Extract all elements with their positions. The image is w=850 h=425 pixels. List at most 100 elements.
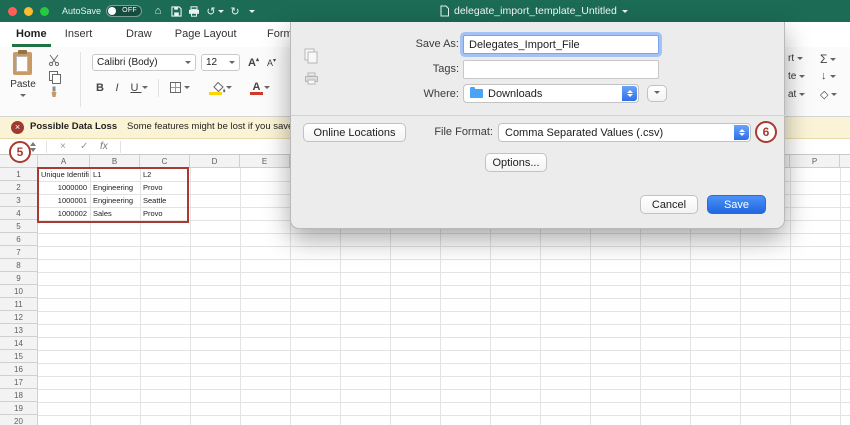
gridline-h bbox=[38, 350, 850, 351]
row-header-18[interactable]: 18 bbox=[0, 389, 38, 402]
row-header-13[interactable]: 13 bbox=[0, 324, 38, 337]
gridline-h bbox=[38, 259, 850, 260]
row-header-17[interactable]: 17 bbox=[0, 376, 38, 389]
warning-message: Some features might be lost if you save … bbox=[127, 121, 306, 132]
format-cells-button-partial[interactable]: at bbox=[788, 89, 805, 100]
tab-home[interactable]: Home bbox=[12, 22, 51, 47]
online-locations-button[interactable]: Online Locations bbox=[303, 123, 406, 142]
options-button[interactable]: Options... bbox=[485, 153, 547, 172]
close-window-button[interactable] bbox=[8, 7, 17, 16]
fill-down-icon: ↓ bbox=[821, 70, 827, 82]
sigma-icon: Σ bbox=[820, 52, 827, 66]
row-header-8[interactable]: 8 bbox=[0, 259, 38, 272]
row-header-12[interactable]: 12 bbox=[0, 311, 38, 324]
row-header-3[interactable]: 3 bbox=[0, 194, 38, 207]
gridline-h bbox=[38, 389, 850, 390]
row-header-10[interactable]: 10 bbox=[0, 285, 38, 298]
row-header-4[interactable]: 4 bbox=[0, 207, 38, 220]
toolbar-options-chevron-icon[interactable] bbox=[246, 0, 258, 22]
row-header-6[interactable]: 6 bbox=[0, 233, 38, 246]
row-header-14[interactable]: 14 bbox=[0, 337, 38, 350]
ribbon-divider bbox=[80, 52, 81, 107]
save-as-input[interactable] bbox=[463, 35, 659, 54]
redo-icon[interactable]: ↻ bbox=[228, 0, 242, 22]
delete-cells-button-partial[interactable]: te bbox=[788, 71, 805, 82]
autosum-button[interactable]: Σ bbox=[820, 52, 836, 66]
save-dialog: Save As: Tags: Where: Downloads Online L… bbox=[290, 22, 785, 229]
fill-down-button[interactable]: ↓ bbox=[821, 70, 836, 82]
row-header-1[interactable]: 1 bbox=[0, 168, 38, 181]
underline-button[interactable]: U bbox=[126, 79, 152, 96]
gridline-h bbox=[38, 233, 850, 234]
borders-button[interactable] bbox=[166, 79, 194, 96]
file-format-select[interactable]: Comma Separated Values (.csv) bbox=[498, 123, 751, 142]
fx-icon[interactable]: fx bbox=[100, 139, 108, 155]
row-header-2[interactable]: 2 bbox=[0, 181, 38, 194]
row-header-16[interactable]: 16 bbox=[0, 363, 38, 376]
gridline-h bbox=[38, 324, 850, 325]
fill-color-bar bbox=[209, 92, 222, 95]
decrease-font-button[interactable]: A▾ bbox=[263, 54, 280, 71]
clipboard-icon bbox=[13, 52, 32, 75]
copy-button[interactable] bbox=[46, 69, 62, 83]
column-header-P[interactable]: P bbox=[790, 155, 840, 168]
row-header-19[interactable]: 19 bbox=[0, 402, 38, 415]
gridline-h bbox=[38, 337, 850, 338]
undo-caret-icon[interactable] bbox=[217, 0, 225, 22]
gridline-h bbox=[38, 415, 850, 416]
step-badge-6: 6 bbox=[755, 121, 777, 143]
autosave-toggle[interactable]: OFF bbox=[106, 5, 142, 17]
tab-page-layout[interactable]: Page Layout bbox=[171, 22, 241, 47]
column-header-Q[interactable]: Q bbox=[840, 155, 850, 168]
tags-label: Tags: bbox=[359, 63, 459, 75]
fill-color-button[interactable] bbox=[206, 77, 238, 97]
cut-button[interactable] bbox=[46, 53, 62, 67]
increase-font-button[interactable]: A▴ bbox=[245, 54, 262, 71]
document-icon bbox=[440, 5, 449, 17]
save-button[interactable]: Save bbox=[707, 195, 766, 214]
clear-button[interactable]: ◇ bbox=[820, 88, 837, 101]
font-size-select[interactable]: 12 bbox=[201, 54, 240, 71]
print-icon[interactable] bbox=[186, 0, 202, 22]
column-header-E[interactable]: E bbox=[240, 155, 290, 168]
italic-button[interactable]: I bbox=[110, 79, 124, 96]
folder-icon bbox=[470, 89, 483, 98]
borders-icon bbox=[170, 82, 181, 93]
row-header-9[interactable]: 9 bbox=[0, 272, 38, 285]
where-stepper bbox=[622, 86, 637, 101]
row-header-20[interactable]: 20 bbox=[0, 415, 38, 425]
row-header-15[interactable]: 15 bbox=[0, 350, 38, 363]
step-badge-5: 5 bbox=[9, 141, 31, 163]
insert-cells-button-partial[interactable]: rt bbox=[788, 53, 803, 64]
save-icon[interactable] bbox=[168, 0, 184, 22]
file-format-value: Comma Separated Values (.csv) bbox=[505, 127, 663, 139]
confirm-entry-icon[interactable]: ✓ bbox=[80, 139, 88, 155]
gridline-h bbox=[38, 285, 850, 286]
paste-label: Paste bbox=[4, 79, 42, 90]
home-icon[interactable]: ⌂ bbox=[150, 0, 166, 22]
tab-draw[interactable]: Draw bbox=[122, 22, 156, 47]
where-select[interactable]: Downloads bbox=[463, 84, 639, 103]
warning-title: Possible Data Loss bbox=[30, 121, 117, 132]
cancel-button[interactable]: Cancel bbox=[640, 195, 698, 214]
minimize-window-button[interactable] bbox=[24, 7, 33, 16]
format-painter-button[interactable] bbox=[46, 85, 62, 99]
autosave-label: AutoSave bbox=[62, 0, 101, 22]
font-name-select[interactable]: Calibri (Body) bbox=[92, 54, 196, 71]
font-color-bar bbox=[250, 92, 263, 95]
font-color-button[interactable]: A bbox=[246, 77, 276, 97]
row-header-11[interactable]: 11 bbox=[0, 298, 38, 311]
cancel-entry-icon[interactable]: × bbox=[60, 139, 66, 155]
tab-insert[interactable]: Insert bbox=[61, 22, 97, 47]
document-title-area[interactable]: delegate_import_template_Untitled bbox=[440, 0, 628, 22]
gridline-h bbox=[38, 402, 850, 403]
expand-dialog-button[interactable] bbox=[647, 85, 667, 102]
zoom-window-button[interactable] bbox=[40, 7, 49, 16]
tags-input[interactable] bbox=[463, 60, 659, 79]
bold-button[interactable]: B bbox=[92, 79, 108, 96]
row-header-7[interactable]: 7 bbox=[0, 246, 38, 259]
column-header-D[interactable]: D bbox=[190, 155, 240, 168]
row-header-5[interactable]: 5 bbox=[0, 220, 38, 233]
save-as-label: Save As: bbox=[359, 38, 459, 50]
undo-icon[interactable]: ↺ bbox=[204, 0, 218, 22]
